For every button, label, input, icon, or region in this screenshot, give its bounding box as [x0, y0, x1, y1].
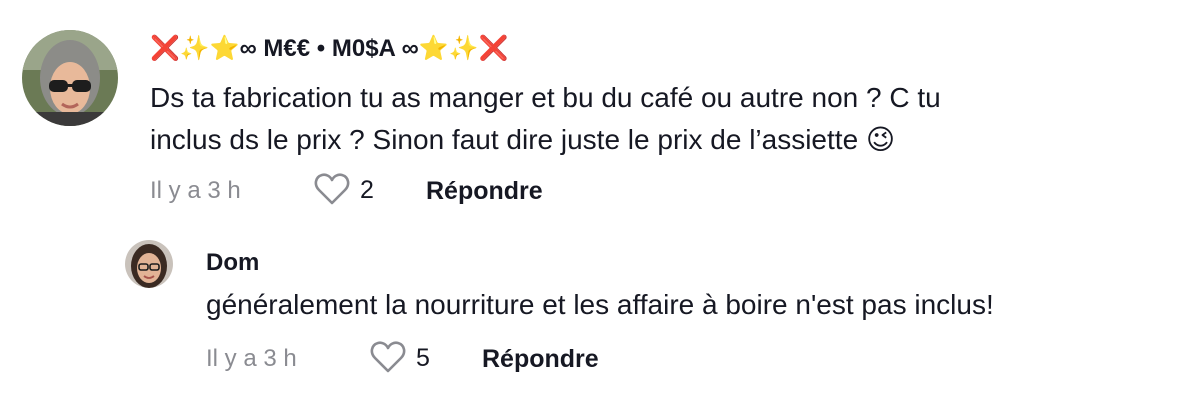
like-button[interactable]	[314, 172, 350, 206]
comment-timestamp: Il y a 3 h	[150, 177, 241, 204]
comment-item: ❌✨⭐∞ M€€ • M0$A ∞⭐✨❌ Ds ta fabrication t…	[0, 0, 1196, 230]
comment-text: Ds ta fabrication tu as manger et bu du …	[150, 77, 941, 161]
reply-username[interactable]: Dom	[206, 248, 259, 278]
reply-text: généralement la nourriture et les affair…	[206, 289, 994, 320]
reply-timestamp: Il y a 3 h	[206, 345, 297, 372]
heart-icon	[314, 173, 350, 205]
avatar[interactable]	[22, 30, 118, 126]
comment-text-line: inclus ds le prix ? Sinon faut dire just…	[150, 124, 896, 155]
comment-username[interactable]: ❌✨⭐∞ M€€ • M0$A ∞⭐✨❌	[150, 34, 508, 64]
reply-button[interactable]: Répondre	[426, 176, 543, 206]
like-count: 5	[416, 344, 430, 372]
reply-button[interactable]: Répondre	[482, 344, 599, 374]
avatar[interactable]	[125, 240, 173, 288]
like-button[interactable]	[370, 340, 406, 374]
reply-item: Dom généralement la nourriture et les af…	[0, 230, 1196, 408]
comment-text-line: Ds ta fabrication tu as manger et bu du …	[150, 82, 941, 113]
user-avatar-glasses-icon	[125, 240, 173, 288]
like-count: 2	[360, 176, 374, 204]
heart-icon	[370, 341, 406, 373]
user-avatar-sunglasses-icon	[22, 30, 118, 126]
